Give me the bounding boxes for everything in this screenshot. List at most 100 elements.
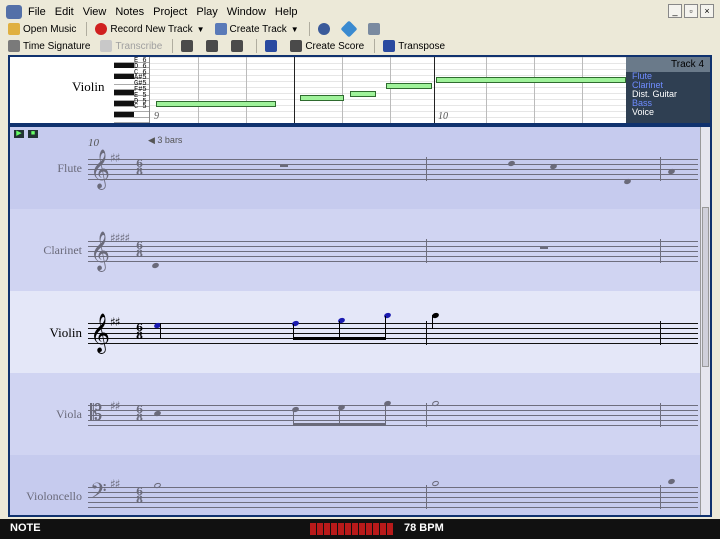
instrument-name: Flute [57,161,82,175]
menu-project[interactable]: Project [153,6,187,18]
measure-number: 10 [438,111,448,122]
grid-line [534,57,535,123]
treble-clef-icon: 𝄞 [90,231,111,271]
record-icon [95,23,108,35]
score-view[interactable]: ▶ ■ ◀ 3 bars 10 Flute 𝄞 ♯♯ 68 Clarinet 𝄞… [8,125,712,517]
stem [339,321,340,338]
time-signature: 68 [136,323,143,342]
transpose-button[interactable]: Transpose [383,40,445,52]
instrument-name: Clarinet [43,243,82,257]
transcribe-button[interactable]: Transcribe [100,40,162,52]
beam [293,423,386,426]
time-signature: 68 [136,159,143,178]
open-music-button[interactable]: Open Music [8,23,76,35]
folder-icon [8,23,20,35]
grid-line [342,57,343,123]
toolbar-separator [172,39,174,53]
notes-button-2[interactable] [206,40,221,52]
score-scrollbar[interactable] [700,127,710,515]
transcribe-icon [100,40,113,52]
note-block[interactable] [386,83,432,89]
staff-lines [88,159,698,180]
key-signature: ♯♯ [110,477,121,491]
menu-file[interactable]: File [28,6,46,18]
gear-icon [317,23,330,35]
minimize-button[interactable]: _ [668,4,682,18]
note-block[interactable] [156,101,276,107]
chevron-down-icon[interactable]: ▼ [291,25,299,34]
bar-line [426,485,427,509]
time-signature-button[interactable]: Time Signature [8,40,90,52]
toolbar-separator [308,22,310,36]
note-head[interactable] [667,477,676,486]
grid-line [486,57,487,123]
record-new-track-label: Record New Track [110,23,193,35]
bar-line [294,57,295,123]
grid-line [246,57,247,123]
beam [293,337,386,340]
staff-lines [88,323,698,344]
create-track-button[interactable]: Create Track ▼ [214,23,299,35]
staff-lines [88,405,698,426]
grid-line [198,57,199,123]
menu-view[interactable]: View [83,6,107,18]
note-block[interactable] [350,91,376,97]
level-meter [310,523,393,535]
settings-button[interactable] [317,23,333,35]
notes-button-1[interactable] [181,40,196,52]
staff-lines [88,487,698,508]
note-head[interactable] [623,177,632,186]
track-list: Track 4 Flute Clarinet Dist. Guitar Bass… [626,57,710,123]
staff-flute[interactable]: Flute 𝄞 ♯♯ 68 [10,127,702,209]
menu-notes[interactable]: Notes [115,6,144,18]
staff-violoncello[interactable]: Violoncello 𝄢 ♯♯ 68 [10,455,702,515]
stem [385,404,386,424]
menu-play[interactable]: Play [196,6,217,18]
track-panel: ▶ ■ Violin E 6 D 6 C 6 A#5 G#5 F#5 E 5 D… [8,55,712,125]
create-track-label: Create Track [229,23,287,35]
main-toolbar: Open Music Record New Track ▼ Create Tra… [0,20,720,38]
staff-viola[interactable]: Viola 𝄡 ♯♯ 68 [10,373,702,455]
home-button[interactable] [367,23,383,35]
home-icon [367,23,380,35]
note-block[interactable] [300,95,344,101]
bass-clef-icon: 𝄢 [90,479,107,509]
note-labels: E 6 D 6 C 6 A#5 G#5 F#5 E 5 D 5 C 5 [134,58,147,111]
staff-clarinet[interactable]: Clarinet 𝄞 ♯♯♯♯ 68 [10,209,702,291]
save-button[interactable] [265,40,280,52]
app-icon [6,5,22,19]
instrument-name: Violoncello [26,489,82,503]
menu-edit[interactable]: Edit [55,6,74,18]
create-score-button[interactable]: Create Score [290,40,364,52]
note-head[interactable] [431,479,440,488]
record-new-track-button[interactable]: Record New Track ▼ [95,23,205,35]
key-signature: ♯♯♯♯ [110,231,130,245]
staff-lines [88,241,698,262]
close-button[interactable]: × [700,4,714,18]
menu-window[interactable]: Window [227,6,266,18]
chevron-down-icon[interactable]: ▼ [197,25,205,34]
key-signature: ♯♯ [110,315,121,329]
time-signature: 68 [136,241,143,260]
track-list-item[interactable]: Voice [626,108,710,117]
measure-number: 9 [154,111,159,122]
stem [160,323,161,339]
scrollbar-thumb[interactable] [702,207,709,367]
instrument-name: Viola [56,407,82,421]
time-signature: 68 [136,405,143,424]
notes-button-3[interactable] [231,40,246,52]
note-head[interactable] [151,261,160,270]
note-block[interactable] [436,77,626,83]
status-bar: NOTE 78 BPM [0,519,720,539]
transpose-icon [383,40,396,52]
piano-roll[interactable]: 9 10 [150,57,628,123]
track-list-title: Track 4 [626,57,710,72]
staff-violin[interactable]: Violin 𝄞 ♯♯ 68 B [10,291,705,373]
menu-bar: File Edit View Notes Project Play Window… [0,4,720,20]
note-icon [231,40,244,52]
note-icon [206,40,219,52]
tag-button[interactable] [340,20,358,38]
time-signature-label: Time Signature [23,40,91,52]
menu-help[interactable]: Help [275,6,298,18]
restore-button[interactable]: ▫ [684,4,698,18]
